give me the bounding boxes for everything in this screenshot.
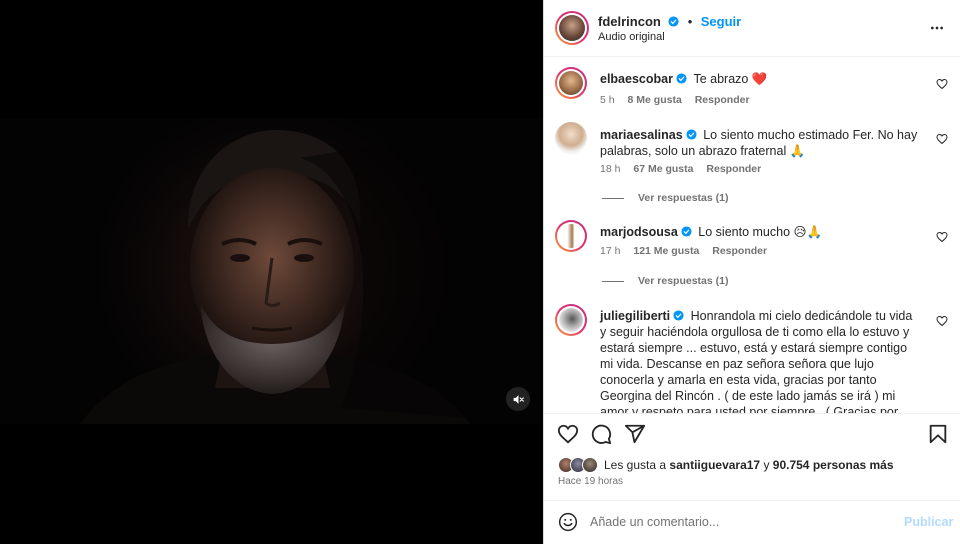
view-replies-button[interactable]: Ver respuestas (1) xyxy=(602,275,728,287)
commenter-username[interactable]: mariaesalinas xyxy=(600,128,683,142)
likes-summary: Les gusta a santiiguevara17 y 90.754 per… xyxy=(558,457,894,473)
reply-button[interactable]: Responder xyxy=(695,94,750,106)
heart-icon[interactable] xyxy=(557,423,579,445)
comment-meta: 18 h 67 Me gusta Responder xyxy=(600,163,771,175)
likes-text: Les gusta a santiiguevara17 y 90.754 per… xyxy=(604,458,894,472)
commenter-avatar[interactable] xyxy=(555,304,587,336)
muted-speaker-icon xyxy=(513,394,524,404)
paper-plane-icon[interactable] xyxy=(624,423,646,445)
comment-text: mariaesalinas Lo siento mucho estimado F… xyxy=(600,127,918,159)
verified-badge-icon xyxy=(673,310,684,321)
author-username[interactable]: fdelrincon xyxy=(598,14,661,29)
comment-meta: 17 h 121 Me gusta Responder xyxy=(600,245,777,257)
post-side-panel: fdelrincon • Seguir Audio original elbae… xyxy=(543,0,960,544)
commenter-username[interactable]: juliegiliberti xyxy=(600,309,670,323)
heart-icon[interactable] xyxy=(936,78,948,90)
comment-item: marjodsousa Lo siento mucho 😥🙏 17 h 121 … xyxy=(544,220,960,300)
comments-list[interactable]: elbaescobar Te abrazo ❤️ 5 h 8 Me gusta … xyxy=(544,58,960,413)
post-actions xyxy=(544,413,960,453)
reply-button[interactable]: Responder xyxy=(706,163,761,175)
add-comment-bar: Publicar xyxy=(544,500,960,544)
comment-input[interactable] xyxy=(590,511,890,533)
comment-item: elbaescobar Te abrazo ❤️ 5 h 8 Me gusta … xyxy=(544,67,960,117)
likes-conjunction: y xyxy=(760,458,773,472)
video-player[interactable] xyxy=(0,118,543,424)
separator-dot: • xyxy=(687,14,693,29)
comment-likes[interactable]: 121 Me gusta xyxy=(633,245,699,257)
view-replies-label: Ver respuestas (1) xyxy=(638,192,729,204)
comment-text: elbaescobar Te abrazo ❤️ xyxy=(600,71,918,87)
commenter-username[interactable]: marjodsousa xyxy=(600,225,678,239)
view-replies-label: Ver respuestas (1) xyxy=(638,275,729,287)
post-time[interactable]: Hace 19 horas xyxy=(558,476,623,487)
publish-button[interactable]: Publicar xyxy=(904,515,953,529)
commenter-avatar[interactable] xyxy=(555,122,587,154)
replies-divider xyxy=(602,280,624,282)
comment-time: 5 h xyxy=(600,94,615,106)
comment-bubble-icon[interactable] xyxy=(590,423,612,445)
commenter-username[interactable]: elbaescobar xyxy=(600,72,673,86)
verified-badge-icon xyxy=(668,16,679,27)
reply-button[interactable]: Responder xyxy=(712,245,767,257)
comment-item: mariaesalinas Lo siento mucho estimado F… xyxy=(544,122,960,212)
follow-button[interactable]: Seguir xyxy=(701,14,741,29)
comment-likes[interactable]: 67 Me gusta xyxy=(633,163,693,175)
bookmark-icon[interactable] xyxy=(927,423,949,445)
mute-button[interactable] xyxy=(506,387,530,411)
post-header: fdelrincon • Seguir Audio original xyxy=(544,0,960,57)
liker-username[interactable]: santiiguevara17 xyxy=(669,458,760,472)
heart-icon[interactable] xyxy=(936,315,948,327)
comment-time: 17 h xyxy=(600,245,621,257)
comment-body: Honrandola mi cielo dedicándole tu vida … xyxy=(600,309,913,413)
heart-icon[interactable] xyxy=(936,133,948,145)
likes-count[interactable]: 90.754 personas más xyxy=(773,458,894,472)
view-replies-button[interactable]: Ver respuestas (1) xyxy=(602,192,728,204)
comment-item: juliegiliberti Honrandola mi cielo dedic… xyxy=(544,304,960,413)
comment-text: marjodsousa Lo siento mucho 😥🙏 xyxy=(600,224,918,240)
author-avatar[interactable] xyxy=(555,11,589,45)
comment-time: 18 h xyxy=(600,163,621,175)
comment-body: Te abrazo ❤️ xyxy=(693,72,768,86)
emoji-icon[interactable] xyxy=(558,512,578,532)
comment-meta: 5 h 8 Me gusta Responder xyxy=(600,94,760,106)
verified-badge-icon xyxy=(686,129,697,140)
video-frame-image xyxy=(80,118,543,424)
audio-label[interactable]: Audio original xyxy=(598,31,665,43)
comment-text: juliegiliberti Honrandola mi cielo dedic… xyxy=(600,308,918,413)
comment-likes[interactable]: 8 Me gusta xyxy=(628,94,682,106)
verified-badge-icon xyxy=(676,73,687,84)
heart-icon[interactable] xyxy=(936,231,948,243)
liker-avatar xyxy=(582,457,598,473)
more-options-icon[interactable] xyxy=(928,20,946,36)
post-media xyxy=(0,0,543,544)
commenter-avatar[interactable] xyxy=(555,67,587,99)
likes-prefix: Les gusta a xyxy=(604,458,670,472)
commenter-avatar[interactable] xyxy=(555,220,587,252)
replies-divider xyxy=(602,197,624,199)
comment-body: Lo siento mucho 😥🙏 xyxy=(698,225,823,239)
verified-badge-icon xyxy=(681,226,692,237)
